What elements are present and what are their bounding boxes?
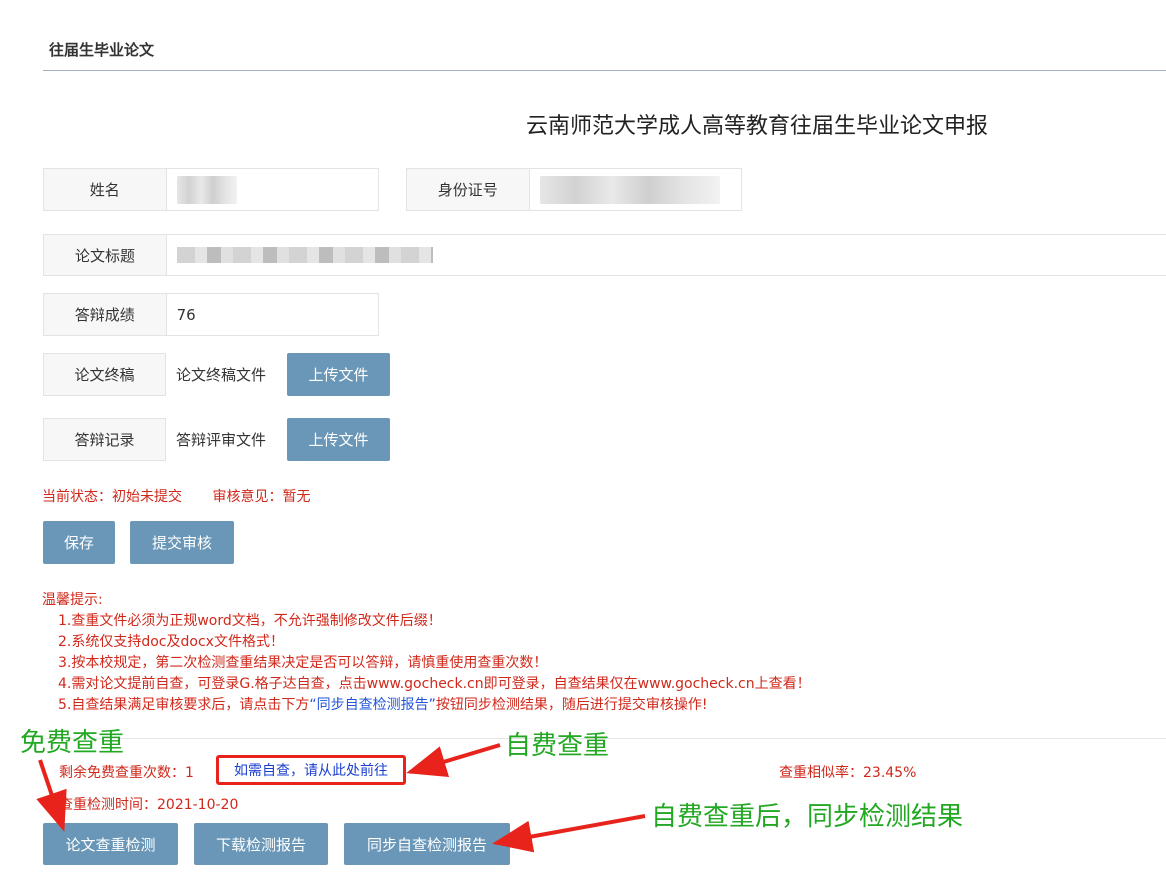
arrow-free-check — [36, 759, 67, 832]
annotation-arrows — [36, 743, 646, 853]
arrow-sync-after — [492, 814, 646, 853]
arrow-paid-check — [406, 743, 501, 777]
